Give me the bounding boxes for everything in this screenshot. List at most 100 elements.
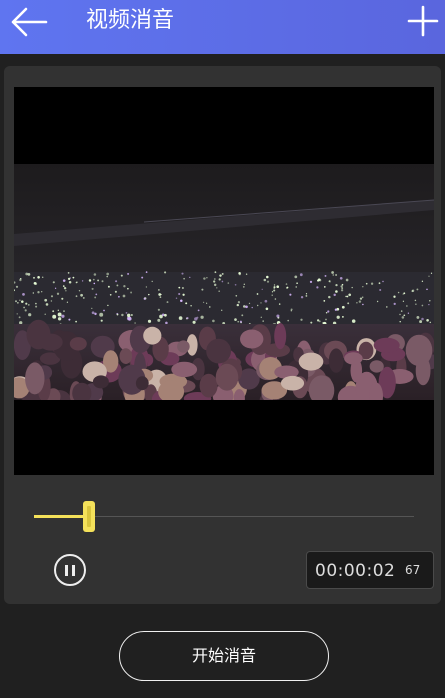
phone-light: [400, 310, 403, 312]
phone-light: [426, 288, 428, 291]
phone-light: [406, 305, 408, 307]
crowd-figure: [344, 352, 363, 365]
phone-light: [52, 281, 55, 284]
arrow-left-icon: [11, 7, 48, 37]
phone-light: [218, 278, 221, 281]
seek-thumb[interactable]: [83, 501, 96, 532]
phone-light: [27, 303, 30, 306]
phone-light: [237, 320, 239, 323]
phone-light: [148, 293, 150, 296]
phone-light: [34, 282, 38, 285]
phone-light: [88, 279, 92, 282]
phone-light: [95, 293, 98, 296]
phone-light: [263, 278, 267, 282]
phone-light: [359, 297, 363, 300]
phone-light: [421, 317, 424, 321]
phone-light: [316, 319, 320, 322]
phone-light: [266, 275, 269, 279]
phone-light: [348, 293, 352, 297]
phone-light: [429, 321, 432, 324]
phone-light: [52, 310, 55, 313]
phone-light: [421, 280, 424, 282]
phone-light: [213, 283, 217, 287]
phone-light: [365, 282, 368, 285]
phone-light: [310, 321, 313, 324]
phone-light: [227, 282, 230, 284]
phone-light: [393, 302, 396, 306]
phone-light: [376, 300, 379, 303]
phone-light: [101, 280, 104, 283]
phone-light: [299, 273, 303, 277]
phone-light: [236, 303, 240, 307]
phone-light: [340, 285, 343, 288]
phone-light: [358, 300, 362, 303]
phone-light: [178, 316, 183, 320]
phone-light: [342, 316, 344, 318]
phone-light: [63, 286, 67, 290]
phone-light: [72, 276, 75, 279]
phone-light: [197, 309, 200, 312]
phone-light: [429, 300, 431, 302]
phone-light: [419, 320, 423, 324]
phone-light: [248, 302, 251, 305]
phone-light: [116, 284, 119, 287]
phone-light: [62, 285, 65, 287]
phone-light: [122, 294, 126, 298]
phone-light: [327, 310, 330, 313]
phone-light: [141, 276, 144, 279]
phone-light: [24, 309, 27, 312]
phone-light: [378, 282, 381, 285]
phone-light: [18, 316, 21, 319]
crowd-figure: [135, 376, 149, 391]
phone-light: [127, 272, 130, 275]
phone-light: [27, 273, 31, 276]
crowd-figure: [119, 348, 133, 364]
phone-light: [63, 310, 65, 312]
phone-light: [178, 292, 181, 296]
phone-light: [213, 278, 216, 280]
phone-light: [407, 312, 410, 314]
phone-light: [80, 293, 83, 297]
phone-light: [276, 285, 280, 289]
pause-button[interactable]: [54, 554, 86, 586]
phone-light: [181, 272, 184, 275]
phone-light: [66, 301, 69, 303]
phone-light: [159, 296, 162, 298]
phone-light: [91, 307, 93, 310]
phone-light: [37, 276, 40, 279]
phone-light: [251, 306, 253, 309]
phone-light: [67, 272, 70, 274]
phone-light: [41, 276, 44, 279]
phone-light: [426, 318, 429, 322]
phone-light: [341, 305, 345, 309]
phone-light: [416, 315, 420, 319]
phone-light: [278, 303, 281, 305]
phone-light: [121, 313, 124, 317]
phone-light: [166, 301, 169, 304]
start-mute-button[interactable]: 开始消音: [119, 631, 329, 681]
video-preview[interactable]: [14, 87, 434, 475]
phone-light: [65, 290, 67, 292]
phone-light: [334, 308, 338, 311]
phone-light: [335, 274, 338, 276]
phone-light: [202, 301, 205, 303]
phone-light: [35, 302, 37, 305]
phone-light: [130, 291, 133, 294]
phone-light: [33, 276, 35, 279]
phone-light: [180, 299, 183, 303]
pause-icon-bar: [72, 565, 75, 576]
phone-light: [289, 293, 292, 296]
phone-light: [50, 295, 54, 298]
phone-light: [145, 271, 148, 273]
phone-light: [273, 289, 276, 292]
add-button[interactable]: [407, 5, 439, 37]
seek-bar[interactable]: [34, 501, 414, 533]
phone-light: [93, 282, 96, 285]
crowd-figure: [328, 348, 344, 373]
phone-light: [323, 300, 326, 302]
phone-light: [52, 314, 57, 319]
phone-light: [97, 279, 100, 282]
back-button[interactable]: [10, 4, 50, 40]
phone-light: [118, 295, 120, 298]
phone-light: [213, 280, 216, 283]
